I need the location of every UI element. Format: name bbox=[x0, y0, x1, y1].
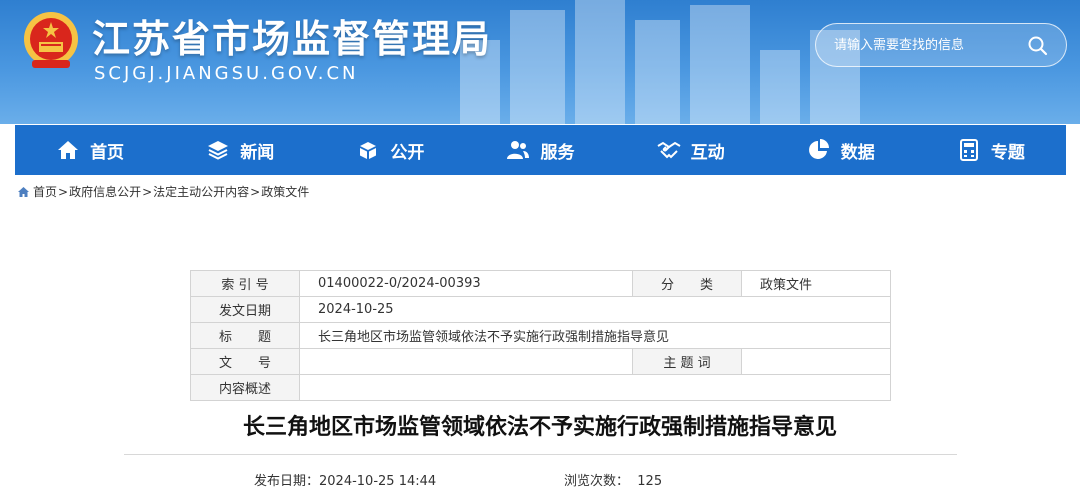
summary-label: 内容概述 bbox=[190, 374, 300, 401]
calculator-icon bbox=[959, 139, 978, 161]
category-value: 政策文件 bbox=[741, 270, 891, 297]
nav-item-open[interactable]: 公开 bbox=[356, 138, 424, 163]
breadcrumb-separator: > bbox=[142, 184, 153, 199]
nav-label: 首页 bbox=[90, 142, 125, 163]
title-value: 长三角地区市场监管领域依法不予实施行政强制措施指导意见 bbox=[299, 322, 891, 349]
nav-item-interact[interactable]: 互动 bbox=[657, 138, 725, 163]
publish-date-value: 2024-10-25 14:44 bbox=[319, 474, 437, 489]
national-emblem-icon bbox=[24, 12, 78, 68]
docno-label: 文 号 bbox=[190, 348, 300, 375]
search-box bbox=[815, 23, 1067, 67]
main-nav: 首页 新闻 公开 服务 互动 数据 专题 bbox=[15, 125, 1066, 175]
home-icon bbox=[18, 186, 29, 197]
view-count-value: 125 bbox=[637, 474, 663, 489]
search-icon[interactable] bbox=[1026, 34, 1050, 58]
subject-value bbox=[741, 348, 891, 375]
date-value: 2024-10-25 bbox=[299, 296, 891, 323]
table-row: 内容概述 bbox=[190, 374, 891, 401]
index-label: 索 引 号 bbox=[190, 270, 300, 297]
document-meta-table: 索 引 号 01400022-0/2024-00393 分 类 政策文件 发文日… bbox=[190, 270, 891, 401]
nav-label: 专题 bbox=[990, 142, 1025, 163]
table-row: 索 引 号 01400022-0/2024-00393 分 类 政策文件 bbox=[190, 270, 891, 297]
nav-label: 互动 bbox=[690, 142, 725, 163]
nav-item-service[interactable]: 服务 bbox=[506, 138, 574, 163]
breadcrumb-home[interactable]: 首页 bbox=[33, 183, 57, 200]
category-label: 分 类 bbox=[632, 270, 742, 297]
pie-chart-icon bbox=[808, 139, 829, 159]
table-row: 发文日期 2024-10-25 bbox=[190, 296, 891, 323]
breadcrumb-separator: > bbox=[58, 184, 69, 199]
table-row: 标 题 长三角地区市场监管领域依法不予实施行政强制措施指导意见 bbox=[190, 322, 891, 349]
summary-value bbox=[299, 374, 891, 401]
breadcrumb-mandatory-content[interactable]: 法定主动公开内容 bbox=[153, 183, 249, 200]
view-count: 浏览次数： 125 bbox=[564, 470, 662, 489]
index-value: 01400022-0/2024-00393 bbox=[299, 270, 633, 297]
nav-item-data[interactable]: 数据 bbox=[807, 138, 875, 163]
table-row: 文 号 主 题 词 bbox=[190, 348, 891, 375]
nav-label: 数据 bbox=[840, 142, 875, 163]
nav-item-news[interactable]: 新闻 bbox=[206, 138, 274, 163]
publish-date-label: 发布日期： bbox=[254, 474, 320, 489]
layers-icon bbox=[208, 141, 229, 160]
view-count-label: 浏览次数： bbox=[564, 474, 630, 489]
breadcrumb-gov-info[interactable]: 政府信息公开 bbox=[69, 183, 141, 200]
publish-date: 发布日期：2024-10-25 14:44 bbox=[254, 470, 436, 489]
nav-label: 公开 bbox=[390, 142, 425, 163]
open-box-icon bbox=[360, 142, 377, 159]
nav-label: 服务 bbox=[540, 142, 575, 163]
nav-item-home[interactable]: 首页 bbox=[56, 138, 124, 163]
home-icon bbox=[58, 141, 79, 159]
date-label: 发文日期 bbox=[190, 296, 300, 323]
handshake-icon bbox=[657, 141, 681, 159]
breadcrumb-separator: > bbox=[250, 184, 261, 199]
site-title: 江苏省市场监督管理局 bbox=[92, 17, 493, 61]
nav-item-topics[interactable]: 专题 bbox=[957, 138, 1025, 163]
article-title: 长三角地区市场监管领域依法不予实施行政强制措施指导意见 bbox=[242, 415, 837, 440]
nav-label: 新闻 bbox=[240, 142, 275, 163]
search-input[interactable] bbox=[834, 34, 1024, 56]
title-label: 标 题 bbox=[190, 322, 300, 349]
title-divider bbox=[124, 454, 957, 455]
subject-label: 主 题 词 bbox=[632, 348, 742, 375]
docno-value bbox=[299, 348, 633, 375]
breadcrumb: 首页 > 政府信息公开 > 法定主动公开内容 > 政策文件 bbox=[17, 183, 309, 200]
users-icon bbox=[507, 141, 530, 159]
site-header: 江苏省市场监督管理局 SCJGJ.JIANGSU.GOV.CN bbox=[0, 0, 1080, 124]
breadcrumb-policy-docs[interactable]: 政策文件 bbox=[261, 183, 309, 200]
site-domain: SCJGJ.JIANGSU.GOV.CN bbox=[94, 63, 359, 84]
